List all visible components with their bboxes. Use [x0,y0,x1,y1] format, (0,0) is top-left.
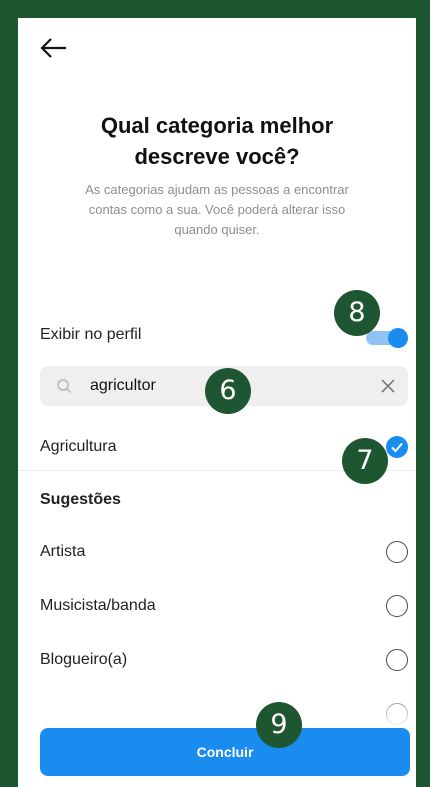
category-option-label: Musicista/banda [40,597,156,614]
category-option[interactable]: Musicista/banda [18,582,416,632]
toggle-knob [388,328,408,348]
description-line: quando quiser. [174,222,260,237]
radio-button[interactable] [386,595,408,617]
show-on-profile-label: Exibir no perfil [40,326,142,343]
description-line: As categorias ajudam as pessoas a encont… [85,182,349,197]
tutorial-frame: Qual categoria melhor descreve você? As … [0,0,430,787]
show-on-profile-toggle[interactable] [366,328,408,348]
back-button[interactable] [36,32,72,64]
page-description: As categorias ajudam as pessoas a encont… [56,180,378,240]
done-button[interactable]: Concluir [40,728,410,776]
title-line: Qual categoria melhor [100,113,334,138]
page-title: Qual categoria melhor descreve você? [18,110,416,172]
app-screen: Qual categoria melhor descreve você? As … [18,18,416,787]
close-icon[interactable] [378,376,398,396]
list-fade [18,678,416,728]
selected-radio[interactable] [386,436,408,458]
step-marker: 7 [342,438,388,484]
step-marker: 6 [205,368,251,414]
suggestions-header: Sugestões [40,491,121,508]
step-marker: 8 [334,290,380,336]
category-option-label: Blogueiro(a) [40,651,128,668]
category-option-label: Artista [40,543,86,560]
arrow-left-icon [40,38,66,58]
radio-button[interactable] [386,541,408,563]
radio-button[interactable] [386,649,408,671]
category-option[interactable]: Artista [18,528,416,578]
search-icon [57,379,72,394]
step-marker: 9 [256,702,302,748]
check-icon [391,442,403,453]
category-option-label: Agricultura [40,438,117,455]
title-line: descreve você? [134,144,300,169]
description-line: contas como a sua. Você poderá alterar i… [88,202,346,217]
